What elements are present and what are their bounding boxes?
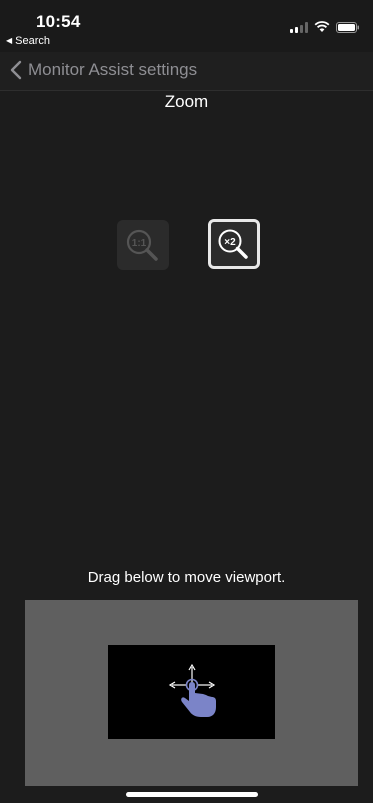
status-time: 10:54	[36, 12, 81, 31]
zoom-1to1-button[interactable]: 1:1	[117, 220, 169, 270]
zoom-x2-button[interactable]: ×2	[208, 219, 260, 269]
viewport-rectangle[interactable]	[108, 645, 275, 739]
viewport-drag-area[interactable]	[25, 600, 358, 786]
zoom-x2-label: ×2	[224, 237, 236, 248]
battery-icon	[336, 22, 359, 33]
status-bar: 10:54 ◀ Search	[0, 0, 373, 52]
drag-hand-icon	[168, 663, 216, 717]
back-to-app-label: Search	[15, 35, 51, 47]
navigation-bar: Monitor Assist settings	[0, 52, 373, 91]
zoom-1to1-label: 1:1	[132, 238, 147, 249]
zoom-x2-icon: ×2	[218, 229, 248, 259]
back-to-app-link[interactable]: ◀ Search	[6, 35, 50, 47]
back-button-label: Monitor Assist settings	[28, 60, 198, 79]
zoom-title: Zoom	[164, 92, 209, 111]
back-button[interactable]: Monitor Assist settings	[10, 60, 197, 80]
wifi-icon	[314, 21, 330, 32]
home-indicator	[126, 792, 258, 797]
viewport-drag-hint: Drag below to move viewport.	[87, 569, 286, 586]
back-triangle-icon: ◀	[6, 36, 13, 45]
back-chevron-icon	[10, 60, 22, 80]
zoom-1to1-icon: 1:1	[126, 229, 158, 261]
cellular-signal-icon	[290, 22, 308, 33]
